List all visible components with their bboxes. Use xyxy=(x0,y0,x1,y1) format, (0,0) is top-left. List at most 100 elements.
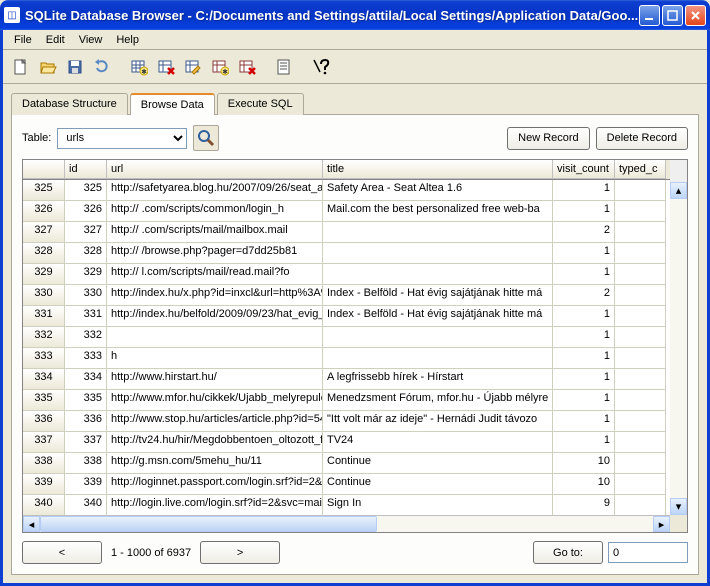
new-database-icon[interactable] xyxy=(9,55,33,79)
cell-typed-c[interactable] xyxy=(615,285,666,306)
close-button[interactable] xyxy=(685,5,706,26)
search-button[interactable] xyxy=(193,125,219,151)
cell-title[interactable]: Safety Area - Seat Altea 1.6 xyxy=(323,180,553,201)
cell-url[interactable]: http://www.stop.hu/articles/article.php?… xyxy=(107,411,323,432)
cell-url[interactable]: http:// l.com/scripts/mail/read.mail?fo xyxy=(107,264,323,285)
log-icon[interactable] xyxy=(272,55,296,79)
cell-visit-count[interactable]: 1 xyxy=(553,348,615,369)
table-row[interactable]: 337337http://tv24.hu/hir/Megdobbentoen_o… xyxy=(23,432,670,453)
scroll-right-button[interactable]: ▸ xyxy=(653,516,670,532)
cell-visit-count[interactable]: 1 xyxy=(553,201,615,222)
cell-visit-count[interactable]: 10 xyxy=(553,474,615,495)
cell-visit-count[interactable]: 10 xyxy=(553,453,615,474)
create-table-icon[interactable]: ✱ xyxy=(127,55,151,79)
menu-view[interactable]: View xyxy=(72,32,110,48)
cell-url[interactable]: http://login.live.com/login.srf?id=2&svc… xyxy=(107,495,323,515)
cell-typed-c[interactable] xyxy=(615,369,666,390)
new-record-button[interactable]: New Record xyxy=(507,127,590,150)
horizontal-scrollbar[interactable]: ◂ ▸ xyxy=(23,515,670,532)
cell-title[interactable]: Continue xyxy=(323,453,553,474)
cell-typed-c[interactable] xyxy=(615,411,666,432)
cell-id[interactable]: 340 xyxy=(65,495,107,515)
cell-id[interactable]: 329 xyxy=(65,264,107,285)
modify-table-icon[interactable] xyxy=(181,55,205,79)
row-header[interactable]: 332 xyxy=(23,327,65,348)
cell-url[interactable] xyxy=(107,327,323,348)
cell-visit-count[interactable]: 2 xyxy=(553,222,615,243)
pager-prev-button[interactable]: < xyxy=(22,541,102,564)
cell-url[interactable]: http://tv24.hu/hir/Megdobbentoen_oltozot… xyxy=(107,432,323,453)
column-header-typed-c[interactable]: typed_c xyxy=(615,160,666,179)
goto-input[interactable] xyxy=(608,542,688,563)
goto-button[interactable]: Go to: xyxy=(533,541,603,564)
cell-title[interactable]: Sign In xyxy=(323,495,553,515)
save-database-icon[interactable] xyxy=(63,55,87,79)
cell-url[interactable]: http://index.hu/x.php?id=inxcl&url=http%… xyxy=(107,285,323,306)
cell-typed-c[interactable] xyxy=(615,495,666,515)
table-row[interactable]: 334334http://www.hirstart.hu/A legfrisse… xyxy=(23,369,670,390)
help-icon[interactable] xyxy=(309,55,333,79)
cell-visit-count[interactable]: 1 xyxy=(553,264,615,285)
cell-url[interactable]: http://loginnet.passport.com/login.srf?i… xyxy=(107,474,323,495)
cell-title[interactable] xyxy=(323,348,553,369)
cell-url[interactable]: http://safetyarea.blog.hu/2007/09/26/sea… xyxy=(107,180,323,201)
cell-id[interactable]: 326 xyxy=(65,201,107,222)
cell-id[interactable]: 333 xyxy=(65,348,107,369)
vertical-scrollbar[interactable]: ▴ ▾ xyxy=(670,160,687,532)
delete-index-icon[interactable] xyxy=(235,55,259,79)
cell-id[interactable]: 335 xyxy=(65,390,107,411)
cell-typed-c[interactable] xyxy=(615,264,666,285)
menu-file[interactable]: File xyxy=(7,32,39,48)
cell-id[interactable]: 339 xyxy=(65,474,107,495)
row-header[interactable]: 337 xyxy=(23,432,65,453)
cell-id[interactable]: 337 xyxy=(65,432,107,453)
row-header[interactable]: 333 xyxy=(23,348,65,369)
scroll-up-button[interactable]: ▴ xyxy=(670,182,687,199)
cell-title[interactable]: Menedzsment Fórum, mfor.hu - Újabb mélyr… xyxy=(323,390,553,411)
open-database-icon[interactable] xyxy=(36,55,60,79)
cell-typed-c[interactable] xyxy=(615,390,666,411)
row-header[interactable]: 338 xyxy=(23,453,65,474)
cell-visit-count[interactable]: 9 xyxy=(553,495,615,515)
table-row[interactable]: 335335http://www.mfor.hu/cikkek/Ujabb_me… xyxy=(23,390,670,411)
cell-typed-c[interactable] xyxy=(615,327,666,348)
cell-visit-count[interactable]: 1 xyxy=(553,327,615,348)
row-header[interactable]: 327 xyxy=(23,222,65,243)
table-row[interactable]: 325325http://safetyarea.blog.hu/2007/09/… xyxy=(23,180,670,201)
column-header-visit-count[interactable]: visit_count xyxy=(553,160,615,179)
column-header-id[interactable]: id xyxy=(65,160,107,179)
cell-title[interactable] xyxy=(323,327,553,348)
cell-typed-c[interactable] xyxy=(615,222,666,243)
maximize-button[interactable] xyxy=(662,5,683,26)
cell-title[interactable] xyxy=(323,243,553,264)
cell-title[interactable]: Continue xyxy=(323,474,553,495)
cell-url[interactable]: http://g.msn.com/5mehu_hu/11 xyxy=(107,453,323,474)
row-header[interactable]: 340 xyxy=(23,495,65,515)
create-index-icon[interactable]: ✱ xyxy=(208,55,232,79)
cell-typed-c[interactable] xyxy=(615,432,666,453)
row-header[interactable]: 336 xyxy=(23,411,65,432)
column-header-url[interactable]: url xyxy=(107,160,323,179)
cell-id[interactable]: 328 xyxy=(65,243,107,264)
cell-typed-c[interactable] xyxy=(615,180,666,201)
cell-url[interactable]: http:// /browse.php?pager=d7dd25b81 xyxy=(107,243,323,264)
cell-typed-c[interactable] xyxy=(615,243,666,264)
cell-id[interactable]: 332 xyxy=(65,327,107,348)
table-row[interactable]: 328328http:// /browse.php?pager=d7dd25b8… xyxy=(23,243,670,264)
cell-visit-count[interactable]: 1 xyxy=(553,411,615,432)
cell-url[interactable]: http://www.hirstart.hu/ xyxy=(107,369,323,390)
cell-visit-count[interactable]: 1 xyxy=(553,369,615,390)
row-header[interactable]: 328 xyxy=(23,243,65,264)
cell-id[interactable]: 336 xyxy=(65,411,107,432)
column-header-title[interactable]: title xyxy=(323,160,553,179)
cell-title[interactable]: Mail.com the best personalized free web-… xyxy=(323,201,553,222)
cell-title[interactable] xyxy=(323,264,553,285)
row-header[interactable]: 330 xyxy=(23,285,65,306)
cell-url[interactable]: http:// .com/scripts/common/login_h xyxy=(107,201,323,222)
cell-id[interactable]: 330 xyxy=(65,285,107,306)
table-row[interactable]: 327327http:// .com/scripts/mail/mailbox.… xyxy=(23,222,670,243)
column-header-row[interactable] xyxy=(23,160,65,179)
row-header[interactable]: 335 xyxy=(23,390,65,411)
scroll-left-button[interactable]: ◂ xyxy=(23,516,40,532)
table-row[interactable]: 330330http://index.hu/x.php?id=inxcl&url… xyxy=(23,285,670,306)
